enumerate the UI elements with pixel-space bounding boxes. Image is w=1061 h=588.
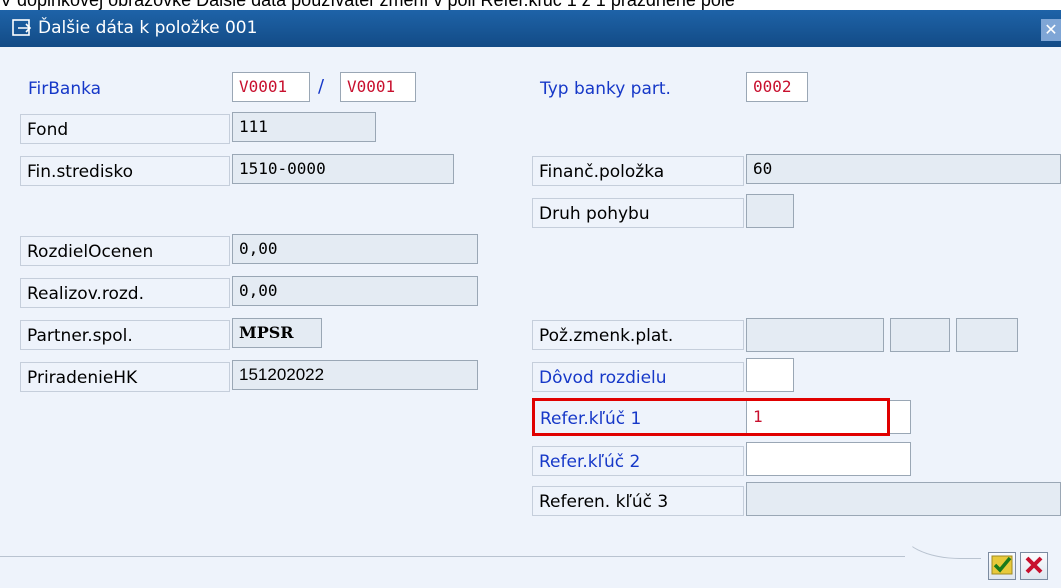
cancel-button[interactable]: [1020, 552, 1048, 580]
cancel-x-icon: [1025, 556, 1043, 574]
close-button[interactable]: ✕: [1041, 19, 1061, 41]
footer-divider: [0, 556, 905, 557]
partner-spol-field[interactable]: MPSR: [232, 318, 322, 348]
typ-banky-label: Typ banky part.: [540, 79, 671, 99]
dialog-title: Ďalšie dáta k položke 001: [38, 18, 258, 38]
dovod-rozdielu-label: Dôvod rozdielu: [532, 362, 744, 392]
financ-polozka-label: Finanč.položka: [532, 156, 744, 186]
poz-zmenk-plat-field-2[interactable]: [890, 318, 950, 352]
close-icon: ✕: [1044, 20, 1058, 39]
poz-zmenk-plat-field-3[interactable]: [956, 318, 1018, 352]
firbanka-field-2[interactable]: V0001: [340, 72, 416, 102]
poz-zmenk-plat-field-1[interactable]: [746, 318, 884, 352]
dovod-rozdielu-field[interactable]: [746, 358, 794, 392]
poz-zmenk-plat-label: Pož.zmenk.plat.: [532, 320, 744, 350]
firbanka-field-1[interactable]: V0001: [232, 72, 310, 102]
firbanka-label: FirBanka: [28, 79, 102, 99]
fin-stredisko-field[interactable]: 1510-0000: [232, 154, 454, 184]
priradenie-hk-label: PriradenieHK: [20, 362, 230, 392]
rozdiel-ocenen-field[interactable]: 0,00: [232, 234, 478, 264]
druh-pohybu-label: Druh pohybu: [532, 198, 744, 228]
refer-kluc-2-label: Refer.kľúč 2: [532, 446, 744, 476]
fond-field[interactable]: 111: [232, 112, 376, 142]
referen-kluc-3-label: Referen. kľúč 3: [532, 486, 744, 516]
priradenie-hk-field[interactable]: 151202022: [232, 360, 478, 390]
fond-label: Fond: [20, 114, 230, 144]
checkmark-icon: [991, 555, 1013, 575]
partner-spol-label: Partner.spol.: [20, 320, 230, 350]
refer-kluc-2-field[interactable]: [746, 442, 911, 476]
fin-stredisko-label: Fin.stredisko: [20, 156, 230, 186]
confirm-button[interactable]: [988, 552, 1016, 580]
financ-polozka-field[interactable]: 60: [746, 154, 1061, 184]
typ-banky-field[interactable]: 0002: [746, 72, 808, 102]
dialog-title-bar: Ďalšie dáta k položke 001 ✕: [0, 10, 1061, 47]
highlight-box: [532, 398, 890, 436]
realizov-rozd-label: Realizov.rozd.: [20, 278, 230, 308]
screenshot-caption: V doplnkovej obrazovke Ďalšie dáta použí…: [0, 0, 735, 10]
referen-kluc-3-field[interactable]: [746, 482, 1061, 516]
druh-pohybu-field[interactable]: [746, 194, 794, 228]
rozdiel-ocenen-label: RozdielOcenen: [20, 236, 230, 266]
realizov-rozd-field[interactable]: 0,00: [232, 276, 478, 306]
dialog-window-icon: [12, 19, 32, 37]
firbanka-separator: /: [318, 76, 325, 97]
